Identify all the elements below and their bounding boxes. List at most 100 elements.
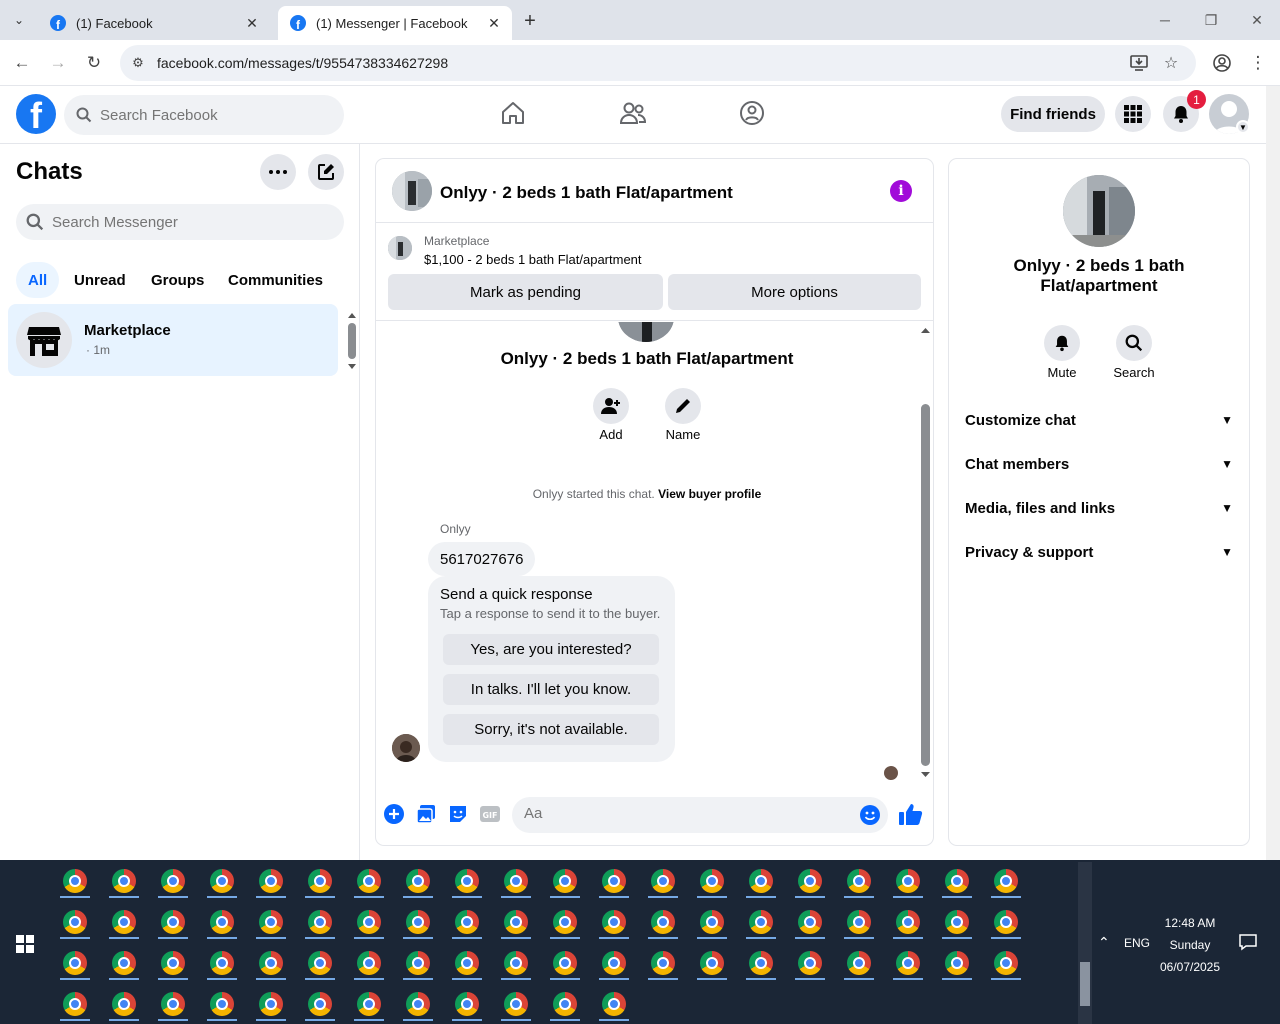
taskbar-chrome-window[interactable] bbox=[101, 903, 147, 941]
taskbar-chrome-window[interactable] bbox=[591, 985, 637, 1023]
taskbar-chrome-window[interactable] bbox=[346, 862, 392, 900]
filter-groups[interactable]: Groups bbox=[139, 262, 216, 298]
taskbar-chrome-window[interactable] bbox=[444, 985, 490, 1023]
taskbar-chrome-window[interactable] bbox=[199, 862, 245, 900]
taskbar-chrome-window[interactable] bbox=[297, 944, 343, 982]
taskbar-chrome-window[interactable] bbox=[542, 903, 588, 941]
minimize-window-icon[interactable]: ─ bbox=[1150, 8, 1180, 32]
close-tab-icon[interactable]: ✕ bbox=[242, 13, 262, 33]
browser-tab-messenger[interactable]: f (1) Messenger | Facebook ✕ bbox=[278, 6, 512, 40]
info-icon[interactable]: i bbox=[890, 180, 912, 202]
sender-avatar[interactable] bbox=[392, 734, 420, 762]
forward-arrow-icon[interactable]: → bbox=[46, 51, 70, 75]
taskbar-chrome-window[interactable] bbox=[346, 985, 392, 1023]
conversation-scrollbar[interactable] bbox=[918, 322, 933, 783]
facebook-logo-icon[interactable]: f bbox=[16, 94, 56, 134]
sidebar-scrollbar[interactable] bbox=[346, 310, 358, 372]
taskbar-chrome-window[interactable] bbox=[738, 862, 784, 900]
taskbar-chrome-window[interactable] bbox=[934, 903, 980, 941]
close-window-icon[interactable]: ✕ bbox=[1242, 8, 1272, 32]
action-center-icon[interactable] bbox=[1238, 932, 1258, 952]
taskbar-chrome-window[interactable] bbox=[444, 862, 490, 900]
taskbar-chrome-window[interactable] bbox=[787, 944, 833, 982]
taskbar-chrome-window[interactable] bbox=[248, 985, 294, 1023]
taskbar-chrome-window[interactable] bbox=[787, 903, 833, 941]
message-bubble[interactable]: 5617027676 bbox=[428, 542, 536, 576]
taskbar-chrome-window[interactable] bbox=[738, 903, 784, 941]
quick-response-interested[interactable]: Yes, are you interested? bbox=[443, 634, 659, 665]
browser-menu-icon[interactable]: ⋮ bbox=[1246, 51, 1270, 75]
taskbar-chrome-window[interactable] bbox=[346, 944, 392, 982]
privacy-support-section[interactable]: Privacy & support ▼ bbox=[965, 532, 1233, 572]
install-app-icon[interactable] bbox=[1128, 52, 1150, 74]
plus-circle-icon[interactable] bbox=[384, 804, 404, 824]
find-friends-button[interactable]: Find friends bbox=[1001, 96, 1105, 132]
chevron-down-icon[interactable]: ▼ bbox=[1236, 120, 1250, 134]
taskbar-chrome-window[interactable] bbox=[150, 903, 196, 941]
chat-members-section[interactable]: Chat members ▼ bbox=[965, 444, 1233, 484]
taskbar-chrome-window[interactable] bbox=[199, 903, 245, 941]
taskbar-chrome-window[interactable] bbox=[297, 985, 343, 1023]
taskbar-scrollbar[interactable] bbox=[1078, 862, 1092, 1024]
listing-thumbnail[interactable] bbox=[388, 236, 412, 260]
taskbar-chrome-window[interactable] bbox=[101, 862, 147, 900]
taskbar-chrome-window[interactable] bbox=[493, 944, 539, 982]
taskbar-chrome-window[interactable] bbox=[52, 903, 98, 941]
taskbar-chrome-window[interactable] bbox=[101, 944, 147, 982]
listing-price[interactable]: $1,100 - 2 beds 1 bath Flat/apartment bbox=[424, 252, 642, 267]
view-buyer-profile-link[interactable]: View buyer profile bbox=[658, 487, 761, 501]
taskbar-chrome-window[interactable] bbox=[542, 944, 588, 982]
close-tab-icon[interactable]: ✕ bbox=[484, 13, 504, 33]
taskbar-chrome-window[interactable] bbox=[934, 862, 980, 900]
profile-icon[interactable] bbox=[1210, 51, 1234, 75]
taskbar-chrome-window[interactable] bbox=[640, 903, 686, 941]
address-url[interactable]: facebook.com/messages/t/9554738334627298 bbox=[157, 55, 448, 71]
groups-icon[interactable] bbox=[737, 98, 767, 128]
messenger-search-box[interactable] bbox=[16, 204, 344, 240]
media-files-links-section[interactable]: Media, files and links ▼ bbox=[965, 488, 1233, 528]
taskbar-chrome-window[interactable] bbox=[444, 944, 490, 982]
taskbar-chrome-window[interactable] bbox=[199, 985, 245, 1023]
back-arrow-icon[interactable]: ← bbox=[10, 51, 34, 75]
taskbar-chrome-window[interactable] bbox=[836, 903, 882, 941]
taskbar-chrome-window[interactable] bbox=[297, 862, 343, 900]
taskbar-chrome-window[interactable] bbox=[591, 944, 637, 982]
home-icon[interactable] bbox=[498, 98, 528, 128]
taskbar-chrome-window[interactable] bbox=[248, 903, 294, 941]
more-options-icon[interactable] bbox=[260, 154, 296, 190]
taskbar-chrome-window[interactable] bbox=[689, 903, 735, 941]
taskbar-chrome-window[interactable] bbox=[885, 903, 931, 941]
taskbar-chrome-window[interactable] bbox=[836, 862, 882, 900]
quick-response-not-available[interactable]: Sorry, it's not available. bbox=[443, 714, 659, 745]
page-scrollbar[interactable] bbox=[1266, 86, 1280, 860]
facebook-search-box[interactable] bbox=[64, 95, 344, 135]
filter-communities[interactable]: Communities bbox=[216, 262, 335, 298]
taskbar-chrome-window[interactable] bbox=[640, 944, 686, 982]
listing-avatar[interactable] bbox=[1063, 175, 1135, 247]
taskbar-chrome-window[interactable] bbox=[101, 985, 147, 1023]
taskbar-chrome-window[interactable] bbox=[346, 903, 392, 941]
taskbar-chrome-window[interactable] bbox=[591, 862, 637, 900]
taskbar-chrome-window[interactable] bbox=[787, 862, 833, 900]
new-tab-button[interactable]: + bbox=[518, 9, 542, 33]
friends-icon[interactable] bbox=[618, 98, 648, 128]
message-input-box[interactable] bbox=[512, 797, 888, 833]
taskbar-chrome-window[interactable] bbox=[248, 944, 294, 982]
customize-chat-section[interactable]: Customize chat ▼ bbox=[965, 400, 1233, 440]
taskbar-chrome-window[interactable] bbox=[689, 944, 735, 982]
pencil-icon[interactable] bbox=[665, 388, 701, 424]
chat-title[interactable]: Onlyy · 2 beds 1 bath Flat/apartment bbox=[440, 183, 733, 203]
emoji-icon[interactable] bbox=[860, 805, 880, 830]
taskbar-chrome-window[interactable] bbox=[395, 903, 441, 941]
taskbar-chrome-window[interactable] bbox=[885, 944, 931, 982]
taskbar-chrome-window[interactable] bbox=[493, 985, 539, 1023]
filter-unread[interactable]: Unread bbox=[62, 262, 138, 298]
bookmark-star-icon[interactable]: ☆ bbox=[1160, 52, 1182, 74]
filter-all[interactable]: All bbox=[16, 262, 60, 298]
taskbar-chrome-window[interactable] bbox=[150, 862, 196, 900]
site-info-icon[interactable]: ⚙ bbox=[128, 53, 148, 73]
taskbar-chrome-window[interactable] bbox=[983, 944, 1029, 982]
tab-search-button[interactable]: ⌄ bbox=[6, 8, 32, 32]
windows-start-icon[interactable] bbox=[16, 935, 34, 953]
message-input[interactable] bbox=[524, 805, 844, 822]
